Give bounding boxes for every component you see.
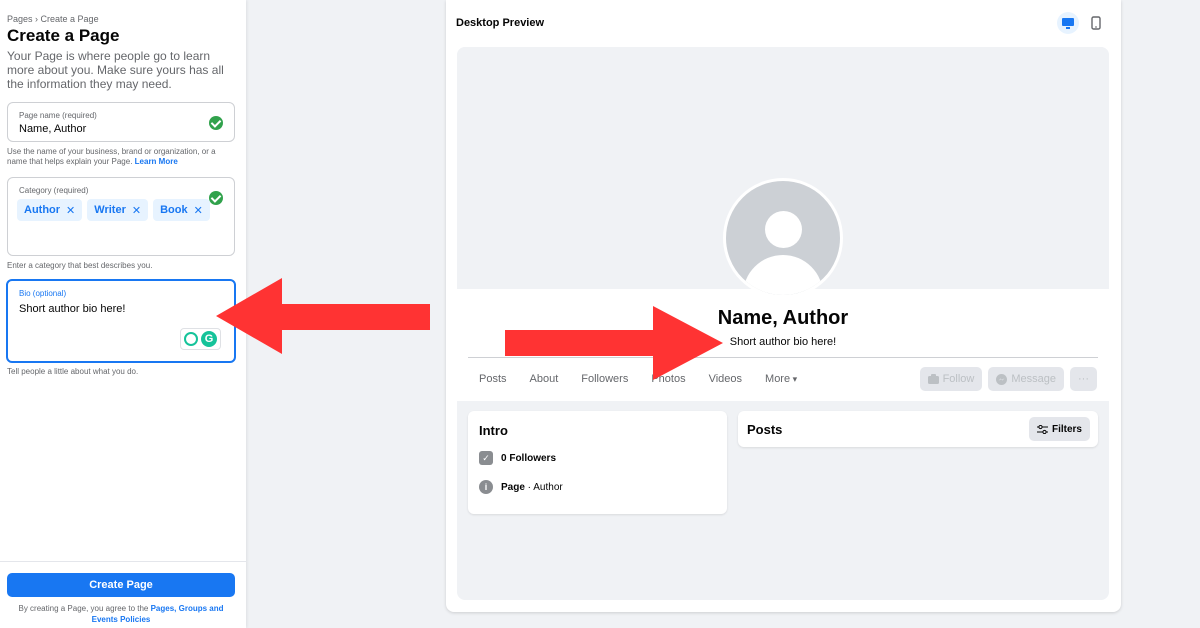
page-title: Create a Page	[7, 26, 120, 45]
page-category: Author	[533, 481, 563, 493]
remove-chip-icon[interactable]: ✕	[66, 204, 75, 217]
page-name-value[interactable]: Name, Author	[19, 123, 86, 135]
bio-field[interactable]: Bio (optional) Short author bio here! G	[6, 279, 236, 363]
bio-helper: Tell people a little about what you do.	[7, 367, 139, 376]
remove-chip-icon[interactable]: ✕	[132, 204, 141, 217]
breadcrumb-pages-link[interactable]: Pages	[7, 14, 33, 24]
device-toggle	[1057, 12, 1107, 34]
page-name-label: Page name (required)	[19, 111, 97, 120]
tab-posts[interactable]: Posts	[479, 373, 507, 385]
category-chip-book[interactable]: Book ✕	[153, 199, 210, 221]
category-chip-writer[interactable]: Writer ✕	[87, 199, 149, 221]
breadcrumb: Pages › Create a Page	[7, 14, 99, 24]
intro-title: Intro	[479, 423, 508, 438]
intro-card: Intro ✓ 0 Followers i Page · Author	[468, 411, 727, 514]
bio-value[interactable]: Short author bio here!	[19, 303, 125, 315]
desktop-icon	[1062, 17, 1074, 29]
terms-notice: By creating a Page, you agree to the Pag…	[18, 604, 224, 624]
followers-count: 0 Followers	[501, 452, 557, 464]
desktop-view-button[interactable]	[1057, 12, 1079, 34]
right-arrow-icon	[505, 306, 723, 380]
category-helper: Enter a category that best describes you…	[7, 261, 153, 270]
create-page-button[interactable]: Create Page	[7, 573, 235, 597]
follow-button[interactable]: Follow	[919, 367, 983, 391]
posts-title: Posts	[747, 422, 783, 437]
valid-check-icon	[209, 191, 223, 205]
grammarly-icon[interactable]: G	[201, 331, 217, 347]
learn-more-link[interactable]: Learn More	[135, 157, 178, 166]
page-name-field[interactable]: Page name (required) Name, Author	[7, 102, 235, 142]
page-name-helper: Use the name of your business, brand or …	[7, 147, 216, 166]
mobile-icon	[1091, 16, 1101, 30]
posts-card: Posts Filters	[738, 411, 1098, 447]
tab-more[interactable]: More	[765, 373, 797, 385]
message-button[interactable]: Message	[988, 367, 1064, 391]
page-description: Your Page is where people go to learn mo…	[7, 49, 224, 91]
grammarly-widget[interactable]: G	[180, 328, 221, 350]
lightbulb-icon[interactable]	[184, 332, 198, 346]
messenger-icon	[996, 373, 1008, 385]
valid-check-icon	[209, 116, 223, 130]
followers-icon: ✓	[479, 451, 493, 465]
left-arrow-icon	[216, 278, 430, 354]
more-options-button[interactable]: ···	[1070, 367, 1097, 391]
breadcrumb-current: Create a Page	[40, 14, 99, 24]
filters-icon	[1036, 424, 1048, 434]
category-field[interactable]: Category (required) Author ✕ Writer ✕ Book…	[7, 177, 235, 256]
page-type-row: i Page · Author	[479, 480, 563, 494]
page-actions: Follow Message ···	[919, 367, 1097, 391]
bio-label: Bio (optional)	[19, 289, 67, 298]
followers-row: ✓ 0 Followers	[479, 451, 556, 465]
footer-divider	[0, 561, 246, 562]
follow-icon	[927, 374, 939, 384]
remove-chip-icon[interactable]: ✕	[194, 204, 203, 217]
mobile-view-button[interactable]	[1085, 12, 1107, 34]
category-label: Category (required)	[19, 186, 89, 195]
create-page-panel: Pages › Create a Page Create a Page Your…	[0, 0, 246, 628]
category-chips: Author ✕ Writer ✕ Book ✕	[17, 199, 210, 221]
preview-title: Desktop Preview	[456, 17, 545, 29]
filters-button[interactable]: Filters	[1028, 417, 1090, 441]
category-chip-author[interactable]: Author ✕	[17, 199, 83, 221]
profile-avatar-icon	[723, 178, 843, 298]
info-icon: i	[479, 480, 493, 494]
